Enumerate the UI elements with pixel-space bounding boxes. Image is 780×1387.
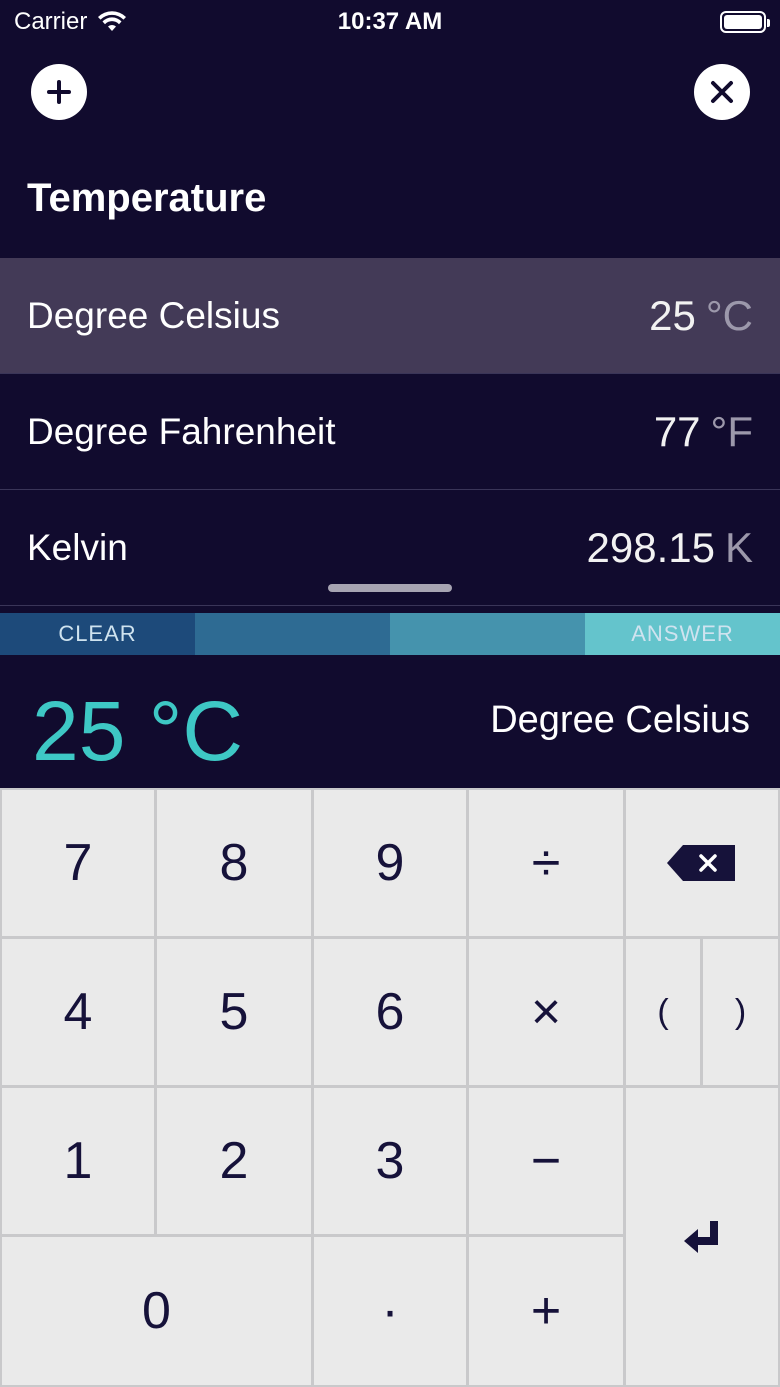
- page-title: Temperature: [27, 176, 267, 220]
- carrier-label: Carrier: [14, 8, 88, 35]
- key-7[interactable]: 7: [2, 790, 154, 936]
- status-bar: Carrier 10:37 AM: [0, 0, 780, 44]
- key-multiply[interactable]: ×: [469, 939, 623, 1085]
- unit-row-fahrenheit[interactable]: Degree Fahrenheit 77 °F: [0, 374, 780, 490]
- unit-value-group: 298.15 K: [587, 524, 753, 572]
- key-9[interactable]: 9: [314, 790, 466, 936]
- wifi-icon: [98, 11, 127, 31]
- backspace-icon: [667, 845, 735, 881]
- unit-value-group: 77 °F: [654, 408, 753, 456]
- key-minus[interactable]: −: [469, 1088, 623, 1234]
- display-unit-name: Degree Celsius: [490, 699, 750, 741]
- enter-key[interactable]: [626, 1088, 778, 1385]
- key-3[interactable]: 3: [314, 1088, 466, 1234]
- key-0[interactable]: 0: [2, 1237, 311, 1385]
- unit-name: Degree Celsius: [27, 294, 280, 336]
- key-open-paren[interactable]: (: [626, 939, 700, 1085]
- close-icon: [711, 81, 733, 103]
- key-1[interactable]: 1: [2, 1088, 154, 1234]
- clear-button[interactable]: CLEAR: [0, 613, 195, 655]
- key-4[interactable]: 4: [2, 939, 154, 1085]
- display-value: 25 °C: [32, 684, 244, 778]
- action-bar-segment: [390, 613, 585, 655]
- unit-symbol: °F: [710, 407, 753, 455]
- action-bar-segment: [195, 613, 390, 655]
- key-divide[interactable]: ÷: [469, 790, 623, 936]
- plus-icon: [47, 80, 71, 104]
- keypad: 7 8 9 ÷ 4 5 6 × ( ) 1 2 3 − 0 · +: [0, 788, 780, 1387]
- key-2[interactable]: 2: [157, 1088, 311, 1234]
- key-plus[interactable]: +: [469, 1237, 623, 1385]
- key-6[interactable]: 6: [314, 939, 466, 1085]
- close-button[interactable]: [694, 64, 750, 120]
- calculator-display: 25 °C Degree Celsius: [0, 655, 780, 788]
- unit-value-group: 25 °C: [649, 292, 753, 340]
- key-decimal[interactable]: ·: [314, 1237, 466, 1385]
- unit-name: Degree Fahrenheit: [27, 410, 336, 452]
- drag-handle[interactable]: [328, 584, 452, 592]
- battery-icon: [720, 11, 770, 33]
- unit-value: 77: [653, 407, 701, 455]
- enter-icon: [684, 1220, 718, 1253]
- unit-row-celsius[interactable]: Degree Celsius 25 °C: [0, 258, 780, 374]
- unit-value: 298.15: [586, 523, 715, 571]
- action-bar: CLEAR ANSWER: [0, 613, 780, 655]
- key-5[interactable]: 5: [157, 939, 311, 1085]
- unit-name: Kelvin: [27, 526, 128, 568]
- backspace-key[interactable]: [626, 790, 778, 936]
- unit-symbol: K: [724, 523, 753, 571]
- answer-button[interactable]: ANSWER: [585, 613, 780, 655]
- add-button[interactable]: [31, 64, 87, 120]
- unit-symbol: °C: [705, 291, 753, 339]
- unit-value: 25: [649, 291, 696, 339]
- key-close-paren[interactable]: ): [703, 939, 778, 1085]
- key-8[interactable]: 8: [157, 790, 311, 936]
- status-left: Carrier: [14, 8, 127, 36]
